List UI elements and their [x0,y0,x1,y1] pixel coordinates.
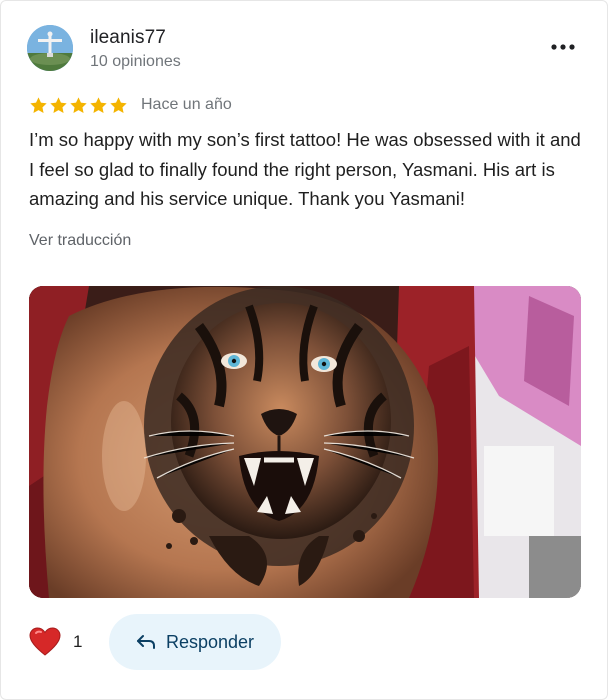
avatar[interactable] [27,25,73,71]
reply-arrow-icon [136,635,155,649]
review-date: Hace un año [141,96,232,113]
more-options-button[interactable] [549,35,577,59]
reply-label: Responder [165,631,255,652]
translate-link[interactable]: Ver traducción [29,232,131,250]
star-icon [50,96,67,113]
user-name[interactable]: ileanis77 [90,27,166,49]
like-button[interactable]: 1 [29,625,82,659]
star-icon [110,96,127,113]
star-rating [29,96,128,115]
review-actions: 1 Responder [29,613,589,671]
review-header: ileanis77 10 opiniones [27,23,587,75]
review-card: ileanis77 10 opiniones Hace un año I’m s… [0,0,608,700]
star-icon [30,96,47,113]
star-icon [70,96,87,113]
more-dots-icon [551,44,575,50]
like-count: 1 [73,632,83,651]
tiger-tattoo-photo [29,286,581,598]
review-photo[interactable] [29,286,581,598]
user-review-count: 10 opiniones [90,53,181,70]
rating-row: Hace un año [29,94,232,116]
statue-avatar-icon [27,25,73,71]
heart-icon [29,627,61,656]
star-icon [90,96,107,113]
reply-button[interactable]: Responder [109,614,281,670]
review-text: I’m so happy with my son’s first tattoo!… [29,129,581,209]
